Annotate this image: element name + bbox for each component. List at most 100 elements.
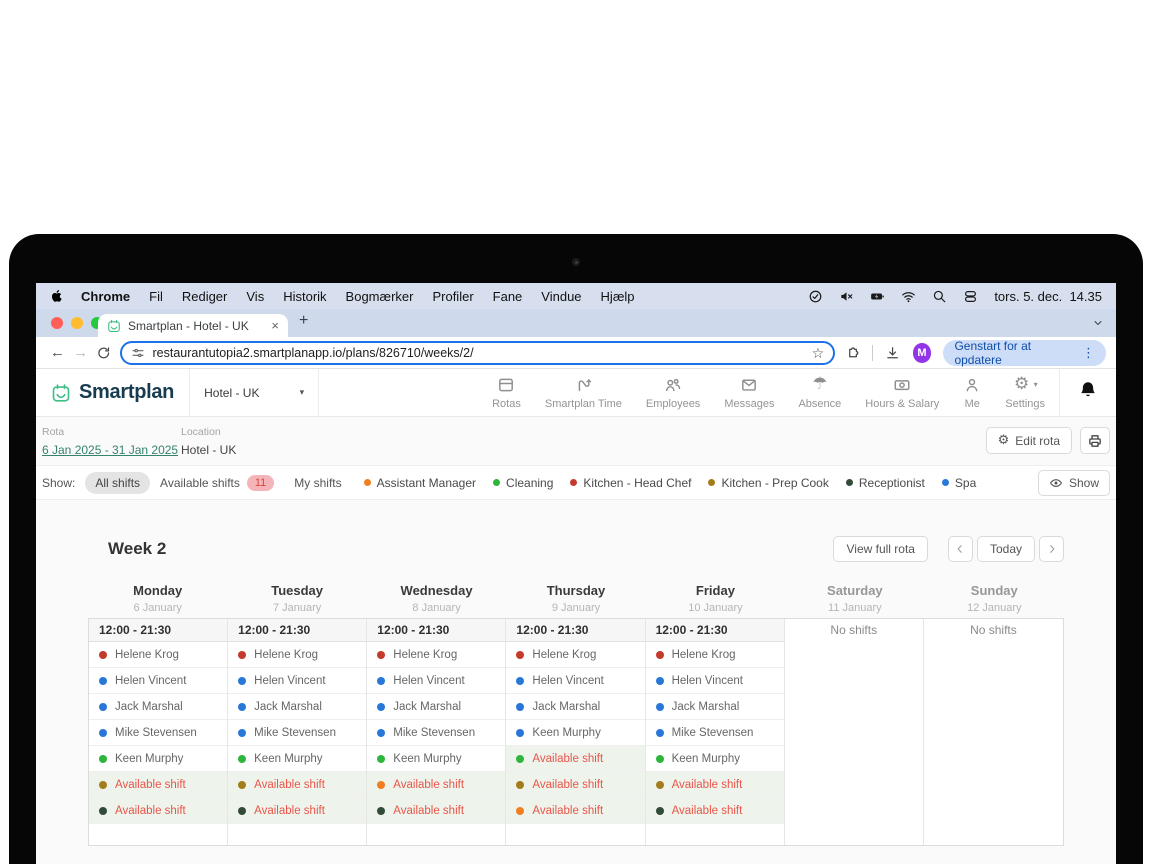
- available-shift-cell[interactable]: Available shift: [646, 798, 784, 824]
- legend-kitchen-prep-cook[interactable]: Kitchen - Prep Cook: [708, 476, 828, 490]
- menu-item-vis[interactable]: Vis: [246, 289, 264, 304]
- shift-time-header[interactable]: 12:00 - 21:30: [228, 619, 366, 642]
- available-shift-cell[interactable]: Available shift: [228, 772, 366, 798]
- shift-cell[interactable]: Helene Krog: [646, 642, 784, 668]
- shift-time-header[interactable]: 12:00 - 21:30: [367, 619, 505, 642]
- available-shift-cell[interactable]: Available shift: [228, 798, 366, 824]
- location-selector[interactable]: Hotel - UK ▾: [189, 369, 319, 416]
- nav-item-smartplan-time[interactable]: Smartplan Time: [545, 376, 622, 410]
- notifications-button[interactable]: [1060, 380, 1116, 405]
- shift-cell[interactable]: Jack Marshal: [228, 694, 366, 720]
- site-settings-icon[interactable]: [131, 346, 145, 360]
- browser-menu-kebab-icon[interactable]: ⋮: [1082, 345, 1095, 361]
- search-icon[interactable]: [932, 289, 947, 304]
- shift-cell[interactable]: Helen Vincent: [506, 668, 644, 694]
- forward-icon[interactable]: →: [69, 344, 92, 361]
- shift-cell[interactable]: Jack Marshal: [367, 694, 505, 720]
- menu-item-rediger[interactable]: Rediger: [182, 289, 228, 304]
- rota-date-range-link[interactable]: 6 Jan 2025 - 31 Jan 2025: [42, 443, 178, 457]
- menu-item-historik[interactable]: Historik: [283, 289, 326, 304]
- shift-cell[interactable]: Keen Murphy: [506, 720, 644, 746]
- shift-cell[interactable]: Helen Vincent: [89, 668, 227, 694]
- shift-cell[interactable]: Helen Vincent: [228, 668, 366, 694]
- apple-menu-icon[interactable]: [50, 289, 64, 303]
- available-shift-cell[interactable]: Available shift: [506, 772, 644, 798]
- tab-search-chevron-icon[interactable]: [1092, 317, 1104, 329]
- back-icon[interactable]: ←: [46, 344, 69, 361]
- shift-cell[interactable]: Keen Murphy: [367, 746, 505, 772]
- wifi-icon[interactable]: [901, 289, 916, 304]
- show-button[interactable]: Show: [1038, 470, 1110, 496]
- nav-item-employees[interactable]: Employees: [646, 376, 700, 410]
- shift-cell[interactable]: Helene Krog: [89, 642, 227, 668]
- window-minimize-button[interactable]: [71, 317, 83, 329]
- shift-cell[interactable]: Helene Krog: [506, 642, 644, 668]
- menu-item-profiler[interactable]: Profiler: [432, 289, 473, 304]
- download-icon[interactable]: [885, 345, 900, 361]
- previous-week-button[interactable]: [948, 536, 973, 562]
- menu-item-fane[interactable]: Fane: [493, 289, 523, 304]
- new-tab-button[interactable]: +: [299, 312, 308, 330]
- menu-item-chrome[interactable]: Chrome: [81, 289, 130, 304]
- legend-kitchen-head-chef[interactable]: Kitchen - Head Chef: [570, 476, 691, 490]
- nav-item-hours-salary[interactable]: Hours & Salary: [865, 376, 939, 410]
- view-full-rota-button[interactable]: View full rota: [833, 536, 927, 562]
- shift-cell[interactable]: Helen Vincent: [367, 668, 505, 694]
- menu-item-vindue[interactable]: Vindue: [541, 289, 581, 304]
- edit-rota-button[interactable]: ⚙ Edit rota: [986, 427, 1072, 454]
- available-shift-cell[interactable]: Available shift: [506, 746, 644, 772]
- today-button[interactable]: Today: [977, 536, 1035, 562]
- available-shift-cell[interactable]: Available shift: [367, 772, 505, 798]
- available-shift-cell[interactable]: Available shift: [89, 772, 227, 798]
- print-button[interactable]: [1080, 427, 1110, 454]
- tab-close-icon[interactable]: ×: [271, 319, 279, 332]
- browser-tab[interactable]: Smartplan - Hotel - UK ×: [98, 314, 288, 337]
- available-shift-cell[interactable]: Available shift: [367, 798, 505, 824]
- shift-time-header[interactable]: 12:00 - 21:30: [646, 619, 784, 642]
- nav-item-settings[interactable]: ⚙▾Settings: [1005, 376, 1045, 410]
- shift-cell[interactable]: Mike Stevensen: [89, 720, 227, 746]
- available-shift-cell[interactable]: Available shift: [506, 798, 644, 824]
- restart-to-update-button[interactable]: Genstart for at opdatere ⋮: [943, 340, 1106, 366]
- url-text[interactable]: restaurantutopia2.smartplanapp.io/plans/…: [153, 346, 804, 360]
- menu-item-hjælp[interactable]: Hjælp: [601, 289, 635, 304]
- omnibox[interactable]: restaurantutopia2.smartplanapp.io/plans/…: [120, 341, 836, 365]
- shift-time-header[interactable]: 12:00 - 21:30: [506, 619, 644, 642]
- shift-cell[interactable]: Jack Marshal: [506, 694, 644, 720]
- available-shift-cell[interactable]: Available shift: [646, 772, 784, 798]
- nav-item-messages[interactable]: Messages: [724, 376, 774, 410]
- bookmark-star-icon[interactable]: ☆: [812, 346, 825, 360]
- legend-cleaning[interactable]: Cleaning: [493, 476, 553, 490]
- shift-cell[interactable]: Helene Krog: [367, 642, 505, 668]
- extensions-icon[interactable]: [845, 345, 860, 361]
- next-week-button[interactable]: [1039, 536, 1064, 562]
- legend-spa[interactable]: Spa: [942, 476, 976, 490]
- shift-time-header[interactable]: 12:00 - 21:30: [89, 619, 227, 642]
- nav-item-rotas[interactable]: Rotas: [492, 376, 521, 410]
- legend-receptionist[interactable]: Receptionist: [846, 476, 925, 490]
- nav-item-me[interactable]: Me: [963, 376, 981, 410]
- mute-icon[interactable]: [839, 289, 854, 304]
- shift-cell[interactable]: Helene Krog: [228, 642, 366, 668]
- shift-cell[interactable]: Jack Marshal: [89, 694, 227, 720]
- focus-icon[interactable]: [808, 289, 823, 304]
- shift-cell[interactable]: Mike Stevensen: [646, 720, 784, 746]
- control-center-icon[interactable]: [963, 289, 978, 304]
- nav-item-absence[interactable]: ☂Absence: [798, 376, 841, 410]
- battery-icon[interactable]: [870, 289, 885, 304]
- shift-cell[interactable]: Helen Vincent: [646, 668, 784, 694]
- shift-cell[interactable]: Jack Marshal: [646, 694, 784, 720]
- reload-icon[interactable]: [96, 345, 111, 361]
- shift-cell[interactable]: Keen Murphy: [646, 746, 784, 772]
- menu-item-bogmærker[interactable]: Bogmærker: [346, 289, 414, 304]
- menu-bar-clock[interactable]: tors. 5. dec. 14.35: [994, 289, 1102, 304]
- window-close-button[interactable]: [51, 317, 63, 329]
- shift-cell[interactable]: Keen Murphy: [89, 746, 227, 772]
- available-shift-cell[interactable]: Available shift: [89, 798, 227, 824]
- profile-avatar[interactable]: M: [913, 343, 932, 363]
- filter-all-shifts[interactable]: All shifts: [85, 472, 150, 494]
- shift-cell[interactable]: Mike Stevensen: [228, 720, 366, 746]
- filter-my-shifts[interactable]: My shifts: [294, 476, 341, 490]
- shift-cell[interactable]: Mike Stevensen: [367, 720, 505, 746]
- menu-item-fil[interactable]: Fil: [149, 289, 163, 304]
